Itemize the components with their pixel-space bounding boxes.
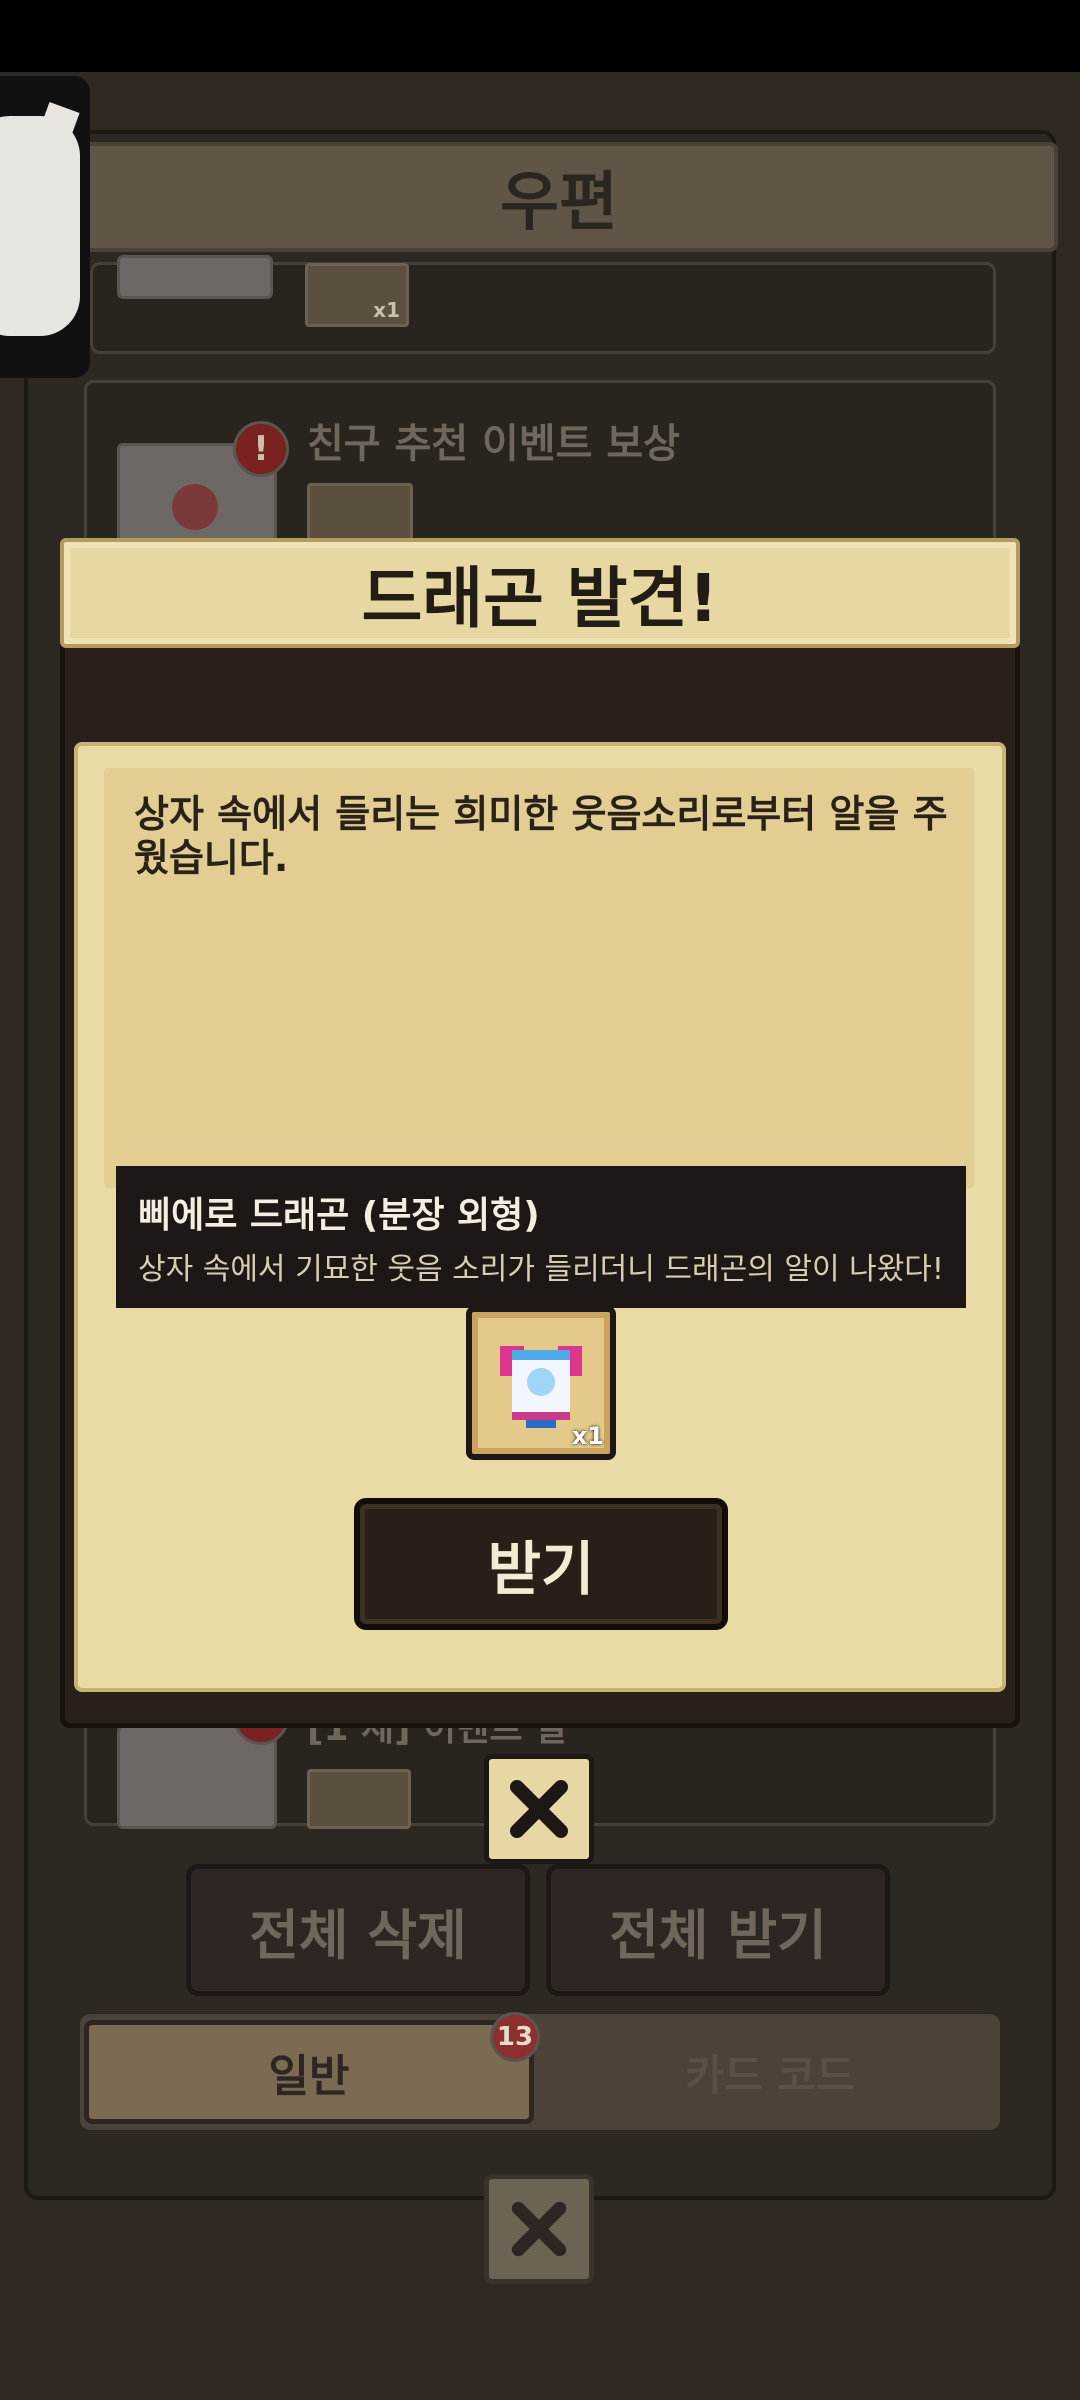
receive-button[interactable]: 받기 <box>354 1498 728 1630</box>
receive-label: 받기 <box>487 1535 595 1603</box>
item-name: 삐에로 드래곤 (분장 외형) <box>138 1195 540 1236</box>
mail-title-banner: 우편 <box>60 142 1058 252</box>
mail-row[interactable]: x1 <box>90 255 996 354</box>
reward-thumb <box>307 1769 411 1829</box>
dragon-outfit-icon <box>500 1346 582 1428</box>
reward-count: x1 <box>571 1422 604 1450</box>
delete-all-label: 전체 삭제 <box>249 1903 467 1967</box>
dialog-body: 상자 속에서 들리는 희미한 웃음소리로부터 알을 주웠습니다. 삐에로 드래곤… <box>74 742 1006 1692</box>
reward-count: x1 <box>373 298 400 322</box>
mail-title: 우편 <box>500 166 618 240</box>
item-desc: 상자 속에서 기묘한 웃음 소리가 들리더니 드래곤의 알이 나왔다! <box>138 1252 944 1287</box>
mail-row-title: 친구 추천 이벤트 보상 <box>307 421 680 467</box>
dialog-title: 드래곤 발견! <box>361 560 719 637</box>
tab-card-code[interactable]: 카드 코드 <box>540 2020 1000 2124</box>
avatar[interactable] <box>0 76 90 378</box>
close-icon <box>510 1780 568 1838</box>
delete-all-button[interactable]: 전체 삭제 <box>186 1864 530 1996</box>
envelope-seal <box>172 484 218 530</box>
item-info-box: 삐에로 드래곤 (분장 외형) 상자 속에서 기묘한 웃음 소리가 들리더니 드… <box>116 1166 966 1308</box>
dialog-title-banner: 드래곤 발견! <box>60 538 1020 648</box>
status-bar <box>0 0 1080 72</box>
tab-general-label: 일반 <box>268 2051 350 2102</box>
tab-card-code-label: 카드 코드 <box>685 2050 855 2100</box>
close-icon <box>511 2201 567 2257</box>
receive-all-label: 전체 받기 <box>609 1903 827 1967</box>
tab-general[interactable]: 일반 <box>84 2020 534 2124</box>
envelope-icon <box>117 255 273 299</box>
mail-row[interactable]: ! 친구 추천 이벤트 보상 <box>84 380 996 560</box>
reward-thumb: x1 <box>305 263 409 327</box>
reward-slot[interactable]: x1 <box>466 1306 616 1460</box>
tab-badge: 13 <box>490 2012 540 2062</box>
receive-all-button[interactable]: 전체 받기 <box>546 1864 890 1996</box>
message-area: 상자 속에서 들리는 희미한 웃음소리로부터 알을 주웠습니다. <box>104 768 974 1188</box>
close-mail-button[interactable] <box>484 2174 594 2284</box>
alert-icon: ! <box>233 421 289 477</box>
dialog-message: 상자 속에서 들리는 희미한 웃음소리로부터 알을 주웠습니다. <box>134 792 948 880</box>
close-button[interactable] <box>484 1754 594 1864</box>
